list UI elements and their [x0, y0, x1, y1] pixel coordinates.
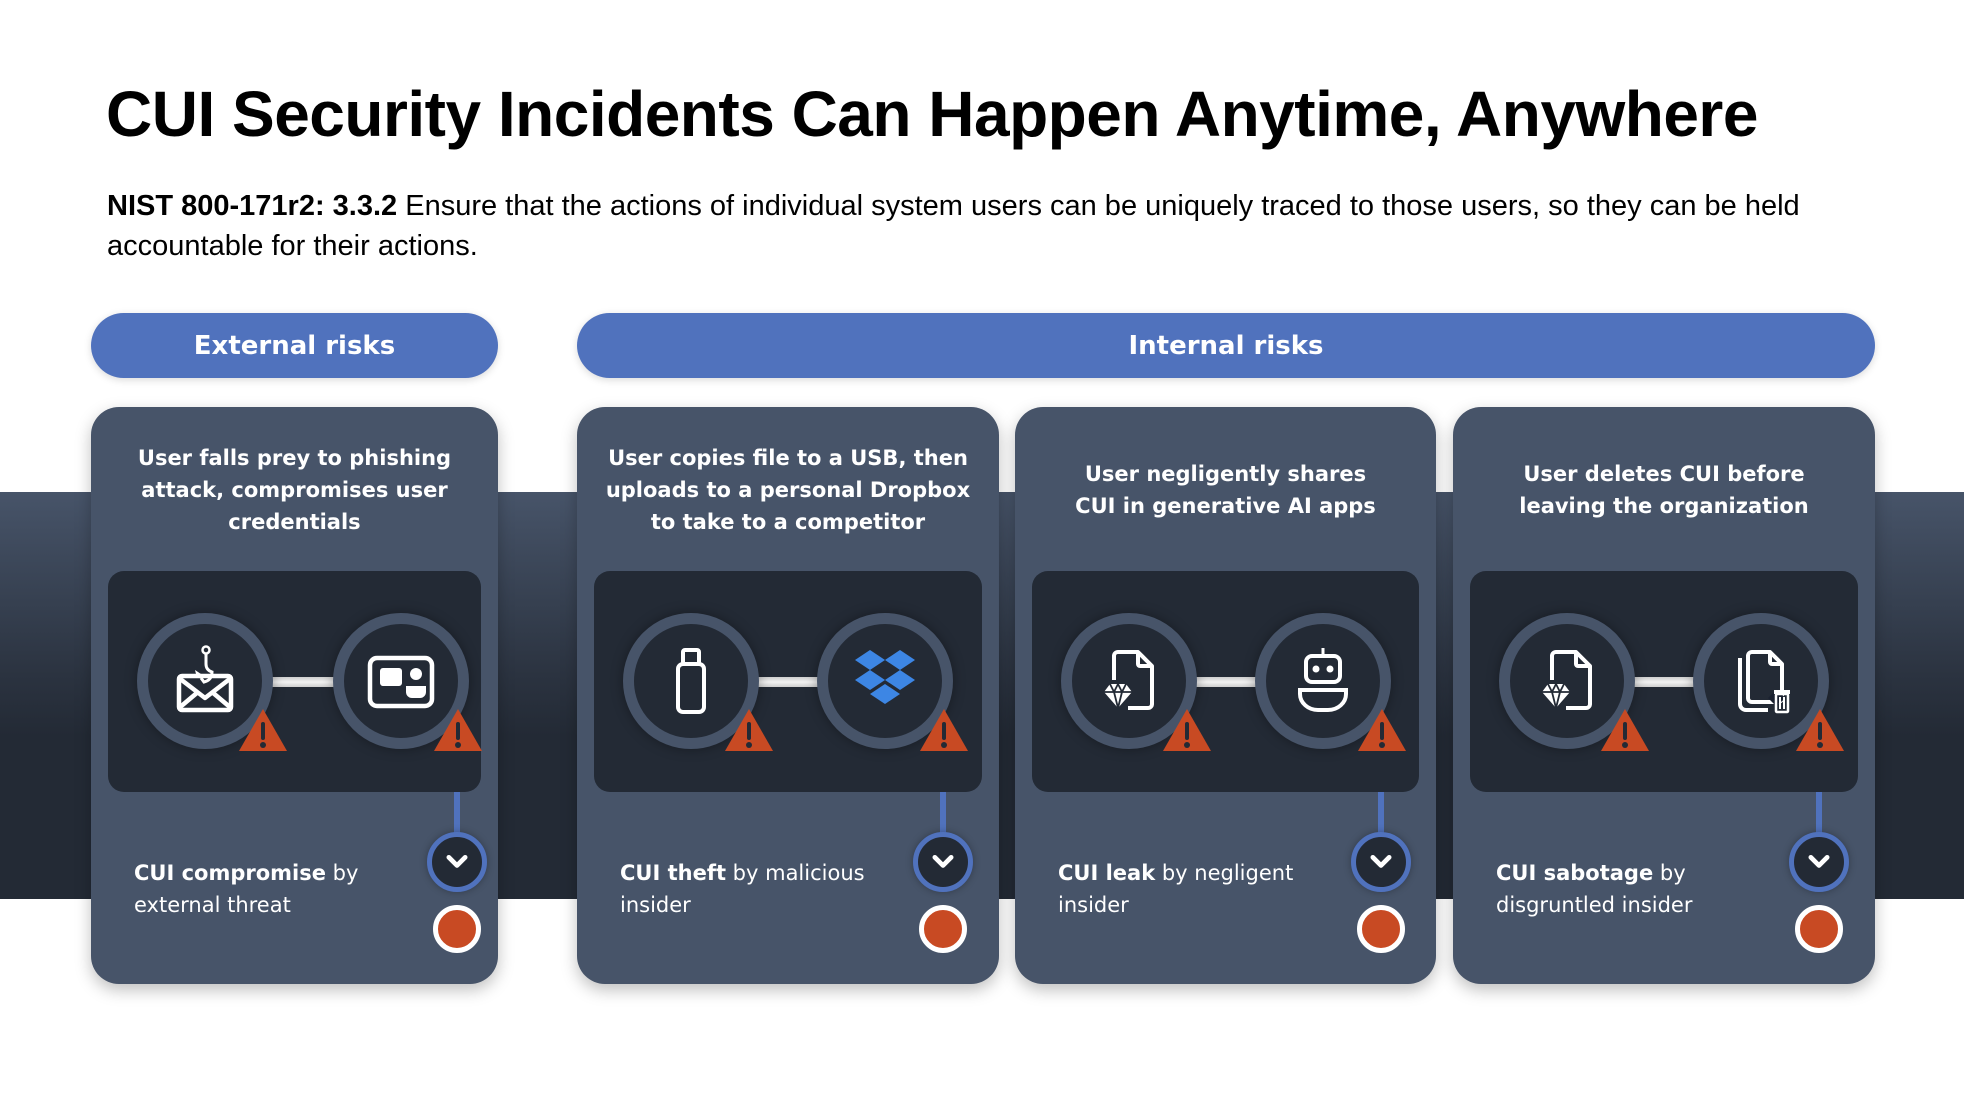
connector-line	[268, 677, 338, 687]
connector-stem	[940, 792, 946, 836]
icon-panel	[594, 571, 982, 792]
risk-description: User deletes CUI before leaving the orga…	[1519, 462, 1809, 518]
expand-button[interactable]	[913, 832, 973, 892]
risk-description: User copies file to a USB, then uploads …	[605, 446, 971, 534]
icon-panel	[1470, 571, 1858, 792]
risk-outcome: CUI compromise by external threat	[134, 857, 394, 921]
risk-outcome: CUI sabotage by disgruntled insider	[1496, 857, 1756, 921]
outcome-type: CUI leak	[1058, 861, 1156, 885]
icon-panel	[1032, 571, 1419, 792]
nist-reference: NIST 800-171r2: 3.3.2	[107, 190, 398, 222]
warning-icon	[919, 708, 969, 752]
warning-icon	[1162, 708, 1212, 752]
warning-icon	[433, 708, 483, 752]
warning-icon	[1795, 708, 1845, 752]
warning-icon	[238, 708, 288, 752]
expand-button[interactable]	[427, 832, 487, 892]
connector-stem	[454, 792, 460, 836]
risk-card-deletion: User deletes CUI before leaving the orga…	[1453, 407, 1875, 984]
risk-description: User negligently shares CUI in generativ…	[1075, 462, 1376, 518]
warning-icon	[724, 708, 774, 752]
risk-outcome: CUI theft by malicious insider	[620, 857, 880, 921]
icon-panel	[108, 571, 481, 792]
risk-card-phishing: User falls prey to phishing attack, comp…	[91, 407, 498, 984]
internal-risks-label: Internal risks	[1128, 330, 1324, 361]
nist-requirement: NIST 800-171r2: 3.3.2 Ensure that the ac…	[107, 186, 1867, 266]
external-risks-label: External risks	[193, 330, 396, 361]
connector-stem	[1378, 792, 1384, 836]
internal-risks-header: Internal risks	[577, 313, 1875, 378]
risk-status-dot	[1795, 905, 1843, 953]
outcome-type: CUI compromise	[134, 861, 326, 885]
warning-icon	[1357, 708, 1407, 752]
risk-outcome: CUI leak by negligent insider	[1058, 857, 1318, 921]
page-title: CUI Security Incidents Can Happen Anytim…	[106, 78, 1758, 150]
outcome-type: CUI theft	[620, 861, 726, 885]
chevron-down-icon	[443, 848, 471, 876]
expand-button[interactable]	[1351, 832, 1411, 892]
chevron-down-icon	[1805, 848, 1833, 876]
external-risks-header: External risks	[91, 313, 498, 378]
risk-card-usb-dropbox: User copies file to a USB, then uploads …	[577, 407, 999, 984]
risk-status-dot	[919, 905, 967, 953]
risk-status-dot	[433, 905, 481, 953]
chevron-down-icon	[1367, 848, 1395, 876]
connector-stem	[1816, 792, 1822, 836]
expand-button[interactable]	[1789, 832, 1849, 892]
chevron-down-icon	[929, 848, 957, 876]
outcome-type: CUI sabotage	[1496, 861, 1654, 885]
warning-icon	[1600, 708, 1650, 752]
risk-status-dot	[1357, 905, 1405, 953]
risk-description: User falls prey to phishing attack, comp…	[137, 446, 452, 534]
risk-card-generative-ai: User negligently shares CUI in generativ…	[1015, 407, 1436, 984]
